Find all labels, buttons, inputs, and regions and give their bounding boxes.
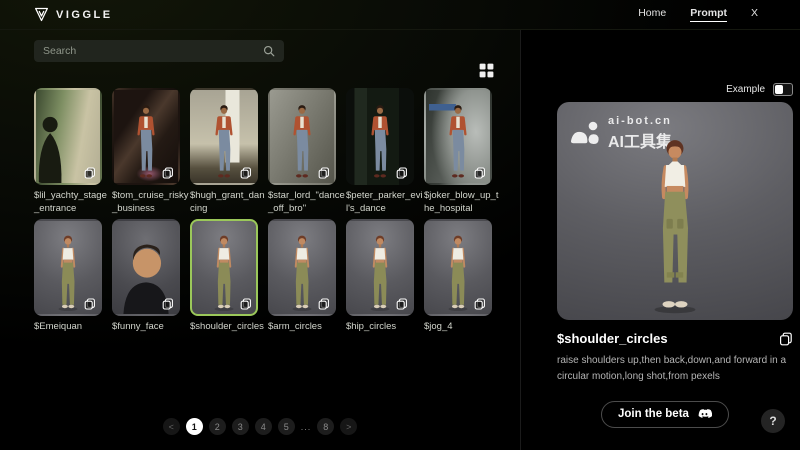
copy-icon[interactable] xyxy=(162,298,174,310)
gallery-item-label: $joker_blow_up_the_hospital xyxy=(424,190,502,216)
gallery-item-label: $hugh_grant_dancing xyxy=(190,190,268,216)
template-gallery-grid: $lil_yachty_stage_entrance$tom_cruise_ri… xyxy=(34,88,492,347)
example-toggle[interactable] xyxy=(773,83,793,96)
gallery-item[interactable]: $funny_face xyxy=(112,219,180,347)
ai-bot-logo-icon xyxy=(570,121,600,147)
gallery-item-label: $lil_yachty_stage_entrance xyxy=(34,190,112,216)
watermark-line1: ai-bot.cn xyxy=(608,115,672,127)
gallery-item[interactable]: $shoulder_circles xyxy=(190,219,258,347)
copy-icon[interactable] xyxy=(474,167,486,179)
gallery-item[interactable]: $peter_parker_evil's_dance xyxy=(346,88,414,216)
gallery-item-label: $Emeiquan xyxy=(34,321,112,347)
gallery-item[interactable]: $jog_4 xyxy=(424,219,492,347)
example-row: Example xyxy=(557,83,793,96)
brand-name: VIGGLE xyxy=(56,9,113,21)
gallery-item-label: $shoulder_circles xyxy=(190,321,268,347)
preview-media[interactable]: ai-bot.cn AI工具集 xyxy=(557,102,793,320)
copy-icon[interactable] xyxy=(84,298,96,310)
pagination-prev-button[interactable]: < xyxy=(163,418,180,435)
gallery-item[interactable]: $hip_circles xyxy=(346,219,414,347)
gallery-item[interactable]: $joker_blow_up_the_hospital xyxy=(424,88,492,216)
join-beta-label: Join the beta xyxy=(618,408,689,420)
nav-link-home[interactable]: Home xyxy=(638,7,666,22)
viggle-logo-icon xyxy=(34,7,49,22)
preview-description: raise shoulders up,then back,down,and fo… xyxy=(557,353,791,384)
copy-icon[interactable] xyxy=(240,298,252,310)
search-box[interactable] xyxy=(34,40,284,62)
search-icon xyxy=(263,45,275,57)
gallery-item-label: $funny_face xyxy=(112,321,190,347)
video-thumbnail[interactable] xyxy=(424,88,492,185)
gallery-item-label: $star_lord_"dance_off_bro" xyxy=(268,190,346,216)
copy-icon[interactable] xyxy=(162,167,174,179)
pagination-page-4[interactable]: 4 xyxy=(255,418,272,435)
gallery-item-label: $jog_4 xyxy=(424,321,502,347)
gallery-item[interactable]: $arm_circles xyxy=(268,219,336,347)
pagination-page-8[interactable]: 8 xyxy=(317,418,334,435)
example-label: Example xyxy=(726,84,765,95)
copy-icon[interactable] xyxy=(396,167,408,179)
help-button[interactable]: ? xyxy=(761,409,785,433)
copy-icon[interactable] xyxy=(318,167,330,179)
discord-icon xyxy=(697,409,712,420)
gallery-item-label: $arm_circles xyxy=(268,321,346,347)
pagination-page-3[interactable]: 3 xyxy=(232,418,249,435)
copy-icon[interactable] xyxy=(84,167,96,179)
preview-title-row: $shoulder_circles xyxy=(557,331,793,346)
pagination-page-2[interactable]: 2 xyxy=(209,418,226,435)
gallery-item-label: $tom_cruise_risky_business xyxy=(112,190,190,216)
preview-panel: Example ai-bot.cn AI工具集 xyxy=(520,30,800,450)
gallery-item[interactable]: $tom_cruise_risky_business xyxy=(112,88,180,216)
pagination-ellipsis: ... xyxy=(301,418,312,435)
grid-view-icon[interactable] xyxy=(478,62,495,79)
pagination-page-5[interactable]: 5 xyxy=(278,418,295,435)
preview-figure xyxy=(639,137,710,315)
copy-icon[interactable] xyxy=(396,298,408,310)
gallery-item[interactable]: $lil_yachty_stage_entrance xyxy=(34,88,102,216)
preview-title: $shoulder_circles xyxy=(557,331,668,346)
video-thumbnail[interactable] xyxy=(268,88,336,185)
copy-icon[interactable] xyxy=(318,298,330,310)
nav-link-prompt[interactable]: Prompt xyxy=(690,7,727,22)
viggle-app: VIGGLE Home Prompt X $lil_yachty_stage_ent… xyxy=(0,0,800,450)
video-thumbnail[interactable] xyxy=(112,219,180,316)
video-thumbnail[interactable] xyxy=(268,219,336,316)
gallery-panel: $lil_yachty_stage_entrance$tom_cruise_ri… xyxy=(0,30,520,450)
video-thumbnail[interactable] xyxy=(424,219,492,316)
video-thumbnail[interactable] xyxy=(190,219,258,316)
nav-link-x[interactable]: X xyxy=(751,7,758,22)
copy-icon[interactable] xyxy=(474,298,486,310)
gallery-item[interactable]: $Emeiquan xyxy=(34,219,102,347)
video-thumbnail[interactable] xyxy=(346,219,414,316)
pagination: <12345... 8 > xyxy=(0,418,520,435)
nav-links: Home Prompt X xyxy=(638,7,758,22)
video-thumbnail[interactable] xyxy=(34,88,102,185)
gallery-item-label: $hip_circles xyxy=(346,321,424,347)
gallery-item[interactable]: $hugh_grant_dancing xyxy=(190,88,258,216)
video-thumbnail[interactable] xyxy=(190,88,258,185)
join-beta-button[interactable]: Join the beta xyxy=(601,401,729,428)
pagination-page-1[interactable]: 1 xyxy=(186,418,203,435)
pagination-next-button[interactable]: > xyxy=(340,418,357,435)
copy-icon[interactable] xyxy=(240,167,252,179)
video-thumbnail[interactable] xyxy=(112,88,180,185)
gallery-item-label: $peter_parker_evil's_dance xyxy=(346,190,424,216)
gallery-item[interactable]: $star_lord_"dance_off_bro" xyxy=(268,88,336,216)
grid-icon xyxy=(478,62,495,79)
toggle-knob xyxy=(775,85,783,94)
brand[interactable]: VIGGLE xyxy=(34,7,113,22)
video-thumbnail[interactable] xyxy=(346,88,414,185)
top-nav: VIGGLE Home Prompt X xyxy=(0,0,800,30)
copy-prompt-icon[interactable] xyxy=(779,332,793,346)
search-input[interactable] xyxy=(43,45,263,57)
video-thumbnail[interactable] xyxy=(34,219,102,316)
